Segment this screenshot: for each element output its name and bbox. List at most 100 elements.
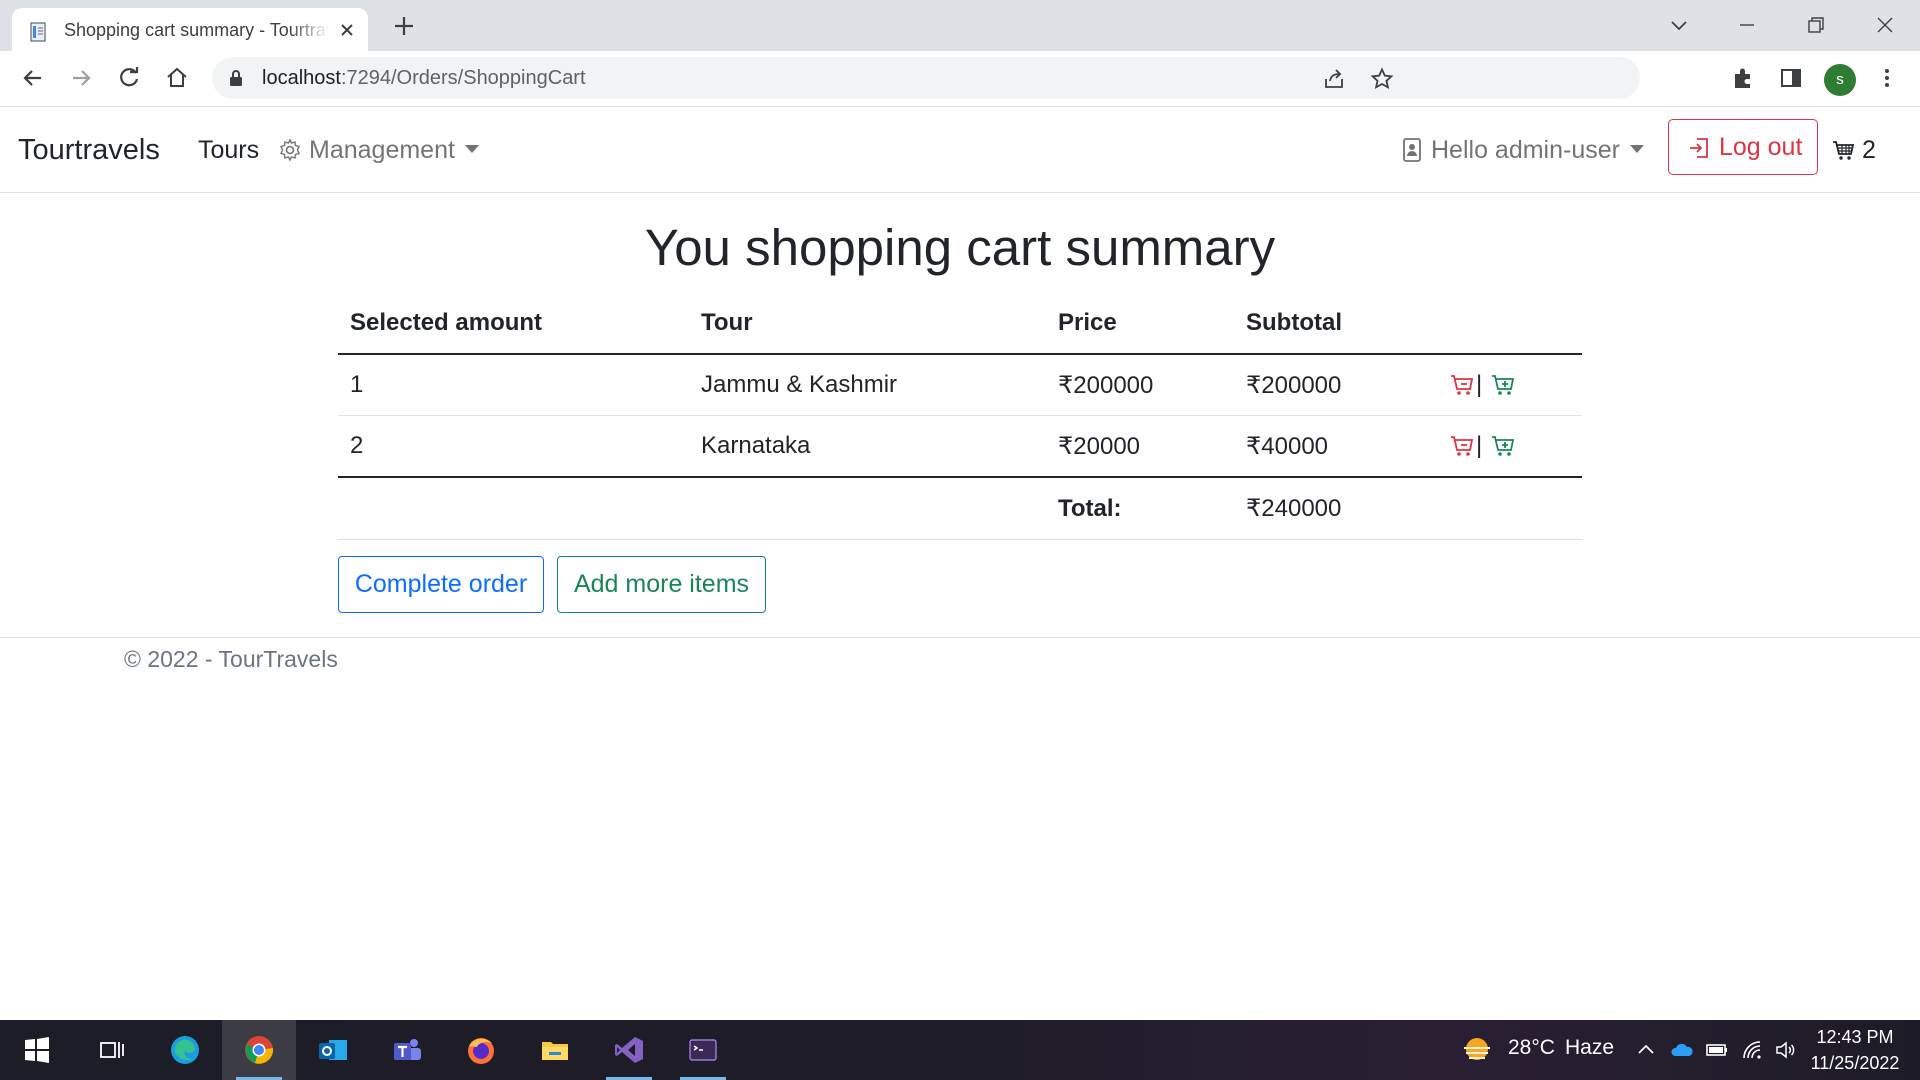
chrome-icon	[245, 1036, 274, 1064]
header-actions	[1438, 292, 1582, 355]
action-separator: |	[1476, 371, 1483, 399]
minimize-icon[interactable]	[1734, 12, 1760, 38]
windows-taskbar: 28°C Haze	[0, 1020, 1920, 1080]
cart-add-icon[interactable]	[1491, 372, 1517, 398]
cell-price: ₹200000	[1046, 354, 1234, 416]
outlook-taskbar-button[interactable]	[296, 1020, 370, 1080]
cell-tour: Karnataka	[689, 415, 1046, 478]
visual-studio-taskbar-button[interactable]	[592, 1020, 666, 1080]
teams-icon	[394, 1039, 421, 1060]
total-spacer	[1438, 477, 1582, 540]
side-panel-icon[interactable]	[1778, 65, 1804, 91]
sign-in-icon	[1690, 138, 1708, 158]
cell-amount: 2	[338, 415, 689, 478]
close-window-icon[interactable]	[1872, 12, 1898, 38]
tab-title: Shopping cart summary - Tourtravels	[64, 20, 329, 40]
logout-label: Log out	[1719, 133, 1803, 161]
tab-search-chevron-icon[interactable]	[1666, 12, 1692, 38]
cart-remove-icon[interactable]	[1450, 433, 1476, 459]
cart-icon[interactable]	[1832, 138, 1856, 162]
cart-add-icon[interactable]	[1491, 433, 1517, 459]
cell-subtotal: ₹200000	[1234, 354, 1438, 416]
url-text: localhost:7294/Orders/ShoppingCart	[262, 67, 586, 89]
user-badge-icon	[1403, 138, 1421, 162]
clock-time: 12:43 PM	[1816, 1027, 1894, 1047]
home-icon[interactable]	[164, 65, 190, 91]
edge-taskbar-button[interactable]	[148, 1020, 222, 1080]
add-more-items-button[interactable]: Add more items	[557, 556, 766, 613]
battery-icon[interactable]	[1705, 1038, 1729, 1062]
footer-copyright: © 2022 - TourTravels	[124, 646, 338, 672]
cell-subtotal: ₹40000	[1234, 415, 1438, 478]
new-tab-icon[interactable]	[392, 14, 416, 38]
chevron-down-icon	[1629, 145, 1644, 154]
site-navbar: Tourtravels Tours Management Hello admin…	[0, 107, 1920, 193]
weather-temperature[interactable]: 28°C	[1508, 1036, 1555, 1060]
close-tab-icon[interactable]	[338, 21, 356, 39]
firefox-icon	[468, 1038, 494, 1064]
more-menu-icon[interactable]	[1874, 65, 1900, 91]
browser-tab-active[interactable]: Shopping cart summary - Tourtravels	[12, 8, 368, 51]
header-subtotal: Subtotal	[1234, 292, 1438, 355]
address-bar[interactable]: localhost:7294/Orders/ShoppingCart	[212, 57, 1640, 99]
share-icon[interactable]	[1322, 67, 1346, 91]
nav-tours[interactable]: Tours	[198, 107, 259, 193]
volume-icon[interactable]	[1774, 1038, 1798, 1062]
header-selected-amount: Selected amount	[338, 292, 689, 355]
logout-button[interactable]: Log out	[1668, 119, 1818, 175]
brand-link[interactable]: Tourtravels	[18, 107, 160, 193]
cart-table: Selected amount Tour Price Subtotal 1 Ja…	[338, 292, 1582, 540]
taskbar-clock[interactable]: 12:43 PM 11/25/2022	[1800, 1024, 1910, 1076]
cart-count[interactable]: 2	[1862, 107, 1876, 193]
page-title: You shopping cart summary	[644, 219, 1276, 276]
restore-icon[interactable]	[1803, 12, 1829, 38]
total-row: Total: ₹240000	[338, 477, 1582, 540]
lock-icon[interactable]	[228, 69, 244, 87]
nav-user-dropdown[interactable]: Hello admin-user	[1431, 107, 1644, 193]
folder-icon	[542, 1042, 568, 1060]
weather-haze-icon[interactable]	[1460, 1034, 1494, 1068]
forward-icon[interactable]	[68, 65, 94, 91]
file-explorer-taskbar-button[interactable]	[518, 1020, 592, 1080]
task-view-button[interactable]	[74, 1020, 148, 1080]
chevron-up-icon[interactable]	[1634, 1038, 1658, 1062]
cart-remove-icon[interactable]	[1450, 372, 1476, 398]
reload-icon[interactable]	[116, 65, 142, 91]
outlook-icon	[319, 1040, 347, 1060]
chrome-taskbar-button[interactable]	[222, 1020, 296, 1080]
header-tour: Tour	[689, 292, 1046, 355]
action-separator: |	[1476, 432, 1483, 460]
extensions-icon[interactable]	[1730, 65, 1756, 91]
bookmark-star-icon[interactable]	[1370, 67, 1394, 91]
profile-avatar[interactable]: s	[1824, 64, 1856, 96]
complete-order-button[interactable]: Complete order	[338, 556, 544, 613]
cell-amount: 1	[338, 354, 689, 416]
browser-tabstrip: Shopping cart summary - Tourtravels	[0, 0, 1920, 51]
onedrive-cloud-icon[interactable]	[1670, 1038, 1694, 1062]
task-view-icon	[100, 1042, 124, 1058]
cell-actions: |	[1438, 415, 1582, 478]
footer-divider	[0, 637, 1920, 638]
cell-price: ₹20000	[1046, 415, 1234, 478]
table-header-row: Selected amount Tour Price Subtotal	[338, 292, 1582, 355]
table-row: 1 Jammu & Kashmir ₹200000 ₹200000 |	[338, 354, 1582, 416]
gear-icon	[280, 138, 300, 162]
teams-taskbar-button[interactable]	[370, 1020, 444, 1080]
total-spacer	[338, 477, 689, 540]
weather-description[interactable]: Haze	[1565, 1036, 1614, 1060]
nav-management-dropdown[interactable]: Management	[309, 107, 479, 193]
header-price: Price	[1046, 292, 1234, 355]
total-spacer	[689, 477, 1046, 540]
table-row: 2 Karnataka ₹20000 ₹40000 |	[338, 415, 1582, 478]
back-icon[interactable]	[20, 65, 46, 91]
total-label: Total:	[1046, 477, 1234, 540]
start-button[interactable]	[0, 1020, 74, 1080]
document-icon	[30, 22, 46, 42]
terminal-taskbar-button[interactable]	[666, 1020, 740, 1080]
edge-icon	[171, 1036, 199, 1064]
visual-studio-icon	[615, 1037, 643, 1063]
wifi-icon[interactable]	[1740, 1038, 1764, 1062]
cell-actions: |	[1438, 354, 1582, 416]
firefox-taskbar-button[interactable]	[444, 1020, 518, 1080]
total-value: ₹240000	[1234, 477, 1438, 540]
